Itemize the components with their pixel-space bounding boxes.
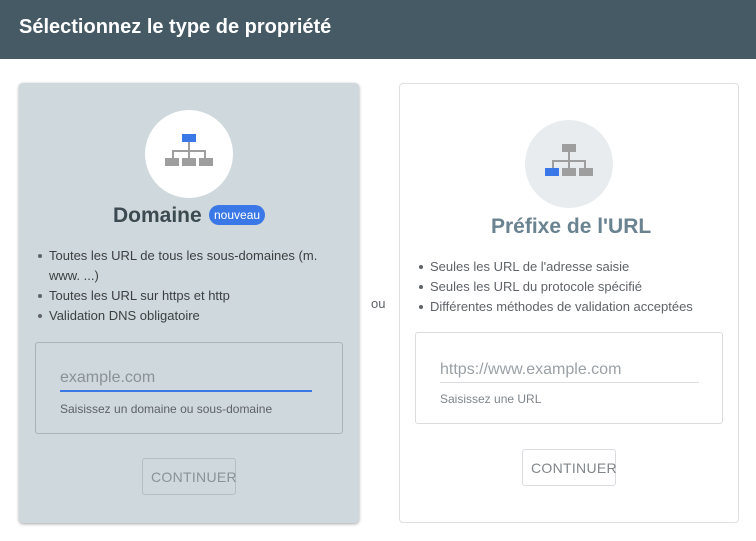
url-prefix-property-card[interactable]: Préfixe de l'URL Seules les URL de l'adr… <box>399 83 739 523</box>
list-item: Toutes les URL de tous les sous-domaines… <box>37 246 337 286</box>
url-continue-button[interactable]: CONTINUER <box>522 449 617 486</box>
url-field-box: Saisissez une URL <box>415 332 723 424</box>
domain-field-box: Saisissez un domaine ou sous-domaine <box>35 342 343 434</box>
domain-helper-text: Saisissez un domaine ou sous-domaine <box>60 402 273 416</box>
domain-continue-button[interactable]: CONTINUER <box>142 458 237 495</box>
or-separator: ou <box>371 296 386 311</box>
url-prefix-feature-list: Seules les URL de l'adresse saisie Seule… <box>418 257 728 317</box>
url-input[interactable] <box>440 357 699 383</box>
domain-feature-list: Toutes les URL de tous les sous-domaines… <box>37 246 337 326</box>
url-prefix-card-title: Préfixe de l'URL <box>491 215 652 238</box>
domain-card-title: Domaine <box>113 204 202 227</box>
sitemap-icon <box>165 134 213 166</box>
domain-icon-circle <box>145 110 233 198</box>
domain-property-card[interactable]: Domaine nouveau Toutes les URL de tous l… <box>19 83 359 523</box>
list-item: Différentes méthodes de validation accep… <box>418 297 728 317</box>
url-helper-text: Saisissez une URL <box>440 392 542 406</box>
list-item: Toutes les URL sur https et http <box>37 286 337 306</box>
dialog-header: Sélectionnez le type de propriété <box>0 0 756 59</box>
list-item: Seules les URL de l'adresse saisie <box>418 257 728 277</box>
url-prefix-icon-circle <box>525 120 613 208</box>
list-item: Seules les URL du protocole spécifié <box>418 277 728 297</box>
dialog-title: Sélectionnez le type de propriété <box>19 16 332 38</box>
new-badge: nouveau <box>209 205 266 225</box>
sitemap-icon <box>545 144 593 176</box>
list-item: Validation DNS obligatoire <box>37 306 337 326</box>
domain-input[interactable] <box>60 366 312 392</box>
